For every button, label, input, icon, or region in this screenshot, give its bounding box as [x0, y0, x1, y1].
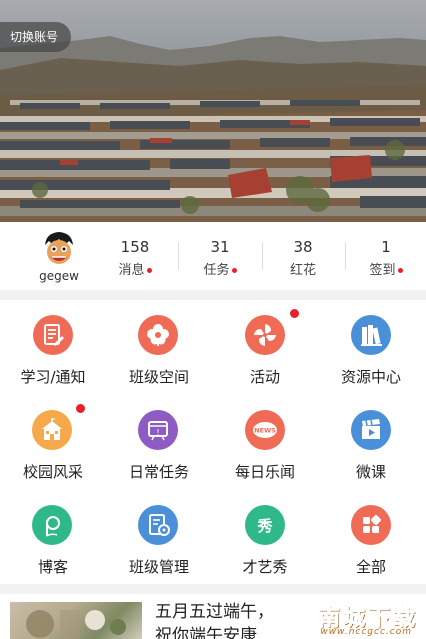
grid-item-campus-style[interactable]: 校园风采: [0, 395, 106, 490]
news-title-line-1: 五月五过端午，: [155, 602, 274, 622]
grid-item-daily-task[interactable]: ! 日常任务: [106, 395, 212, 490]
stat-label: 签到: [369, 263, 396, 278]
news-icon: NEWS: [245, 410, 285, 450]
watermark-logo: 南城下载 www.nccgcc.com: [298, 600, 418, 638]
switch-account-button[interactable]: 切换账号: [0, 22, 71, 52]
unread-dot: [146, 268, 152, 273]
blog-icon: [32, 505, 72, 545]
grid-item-label: 全部: [355, 558, 386, 576]
grid-item-label: 每日乐闻: [234, 463, 295, 481]
svg-text:!: !: [156, 428, 159, 437]
username: gegew: [39, 269, 79, 283]
hero-banner: 切换账号: [0, 0, 426, 222]
grid-item-talent-show[interactable]: 秀 才艺秀: [212, 490, 318, 585]
notice-icon: [33, 315, 73, 355]
grid-item-micro-course[interactable]: 微课: [318, 395, 424, 490]
task-icon: !: [138, 410, 178, 450]
grid-item-label: 日常任务: [128, 463, 189, 481]
manage-icon: [138, 505, 178, 545]
all-icon: [351, 505, 391, 545]
talent-icon-text: 秀: [256, 517, 273, 535]
grid-item-blog[interactable]: 博客: [0, 490, 106, 585]
news-item[interactable]: 五月五过端午， 祝你端午安康 南城下载 www.nccgcc.com: [0, 594, 426, 639]
stat-count: 1: [381, 238, 391, 256]
grid-item-class-management[interactable]: 班级管理: [106, 490, 212, 585]
grid-item-label: 博客: [37, 558, 68, 576]
notification-badge: [76, 404, 85, 413]
news-thumbnail: [10, 602, 142, 639]
stat-count: 31: [210, 238, 230, 256]
grid-item-daily-news[interactable]: NEWS 每日乐闻: [212, 395, 318, 490]
avatar[interactable]: [38, 227, 80, 269]
stat-label: 红花: [289, 263, 316, 278]
grid-item-label: 班级空间: [128, 368, 189, 386]
grid-item-label: 才艺秀: [242, 558, 288, 576]
grid-item-label: 学习/通知: [20, 368, 86, 386]
avatar-cartoon-image: [38, 227, 80, 269]
stat-count: 38: [293, 238, 313, 256]
news-title-line-2: 祝你端午安康: [155, 626, 257, 639]
grid-item-all[interactable]: 全部: [318, 490, 424, 585]
stat-messages[interactable]: 158 消息: [93, 236, 177, 280]
unread-dot: [397, 268, 403, 273]
video-icon: [351, 410, 391, 450]
grid-item-label: 班级管理: [128, 558, 189, 576]
grid-item-activity[interactable]: 活动: [212, 300, 318, 395]
profile-stats-bar: gegew 158 消息 31 任务 38 红花 1 签到: [0, 222, 426, 290]
grid-item-label: 微课: [355, 463, 386, 481]
stat-label: 任务: [203, 263, 230, 278]
talent-icon: 秀: [245, 505, 285, 545]
grid-item-study-notice[interactable]: 学习/通知: [0, 300, 106, 395]
stat-tasks[interactable]: 31 任务: [178, 236, 262, 280]
feature-grid: 学习/通知 班级空间 活动 资源中心 校园风采 ! 日常任务 NEWS 每日乐闻…: [0, 300, 426, 584]
flower-icon: [138, 315, 178, 355]
watermark-url: www.nccgcc.com: [320, 627, 412, 637]
notification-badge: [290, 309, 299, 318]
stat-count: 158: [120, 238, 150, 256]
unread-dot: [231, 268, 237, 273]
grid-item-class-space[interactable]: 班级空间: [106, 300, 212, 395]
news-icon-text: NEWS: [254, 427, 276, 435]
grid-item-label: 校园风采: [22, 463, 83, 481]
stat-checkin[interactable]: 1 签到: [344, 236, 426, 280]
stat-label: 消息: [118, 263, 145, 278]
grid-item-label: 资源中心: [340, 368, 401, 386]
books-icon: [351, 315, 391, 355]
grid-item-label: 活动: [249, 368, 280, 386]
news-title: 五月五过端午， 祝你端午安康: [155, 600, 274, 639]
grid-item-resource-center[interactable]: 资源中心: [318, 300, 424, 395]
pinwheel-icon: [245, 315, 285, 355]
stat-flowers[interactable]: 38 红花: [261, 236, 345, 280]
school-icon: [32, 410, 72, 450]
